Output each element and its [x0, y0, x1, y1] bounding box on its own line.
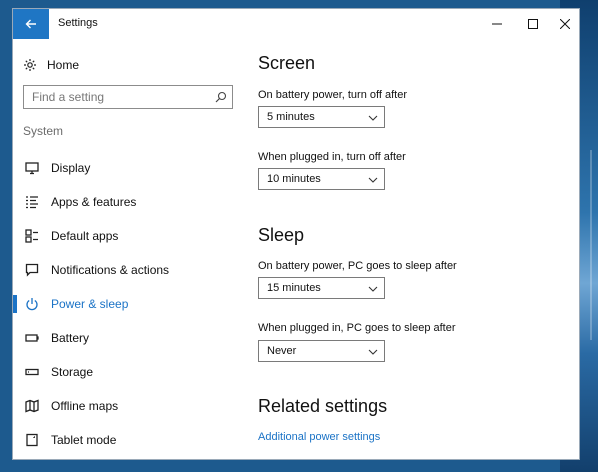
title-bar: Settings: [13, 9, 579, 39]
sidebar-item-battery[interactable]: Battery: [13, 321, 245, 355]
map-icon: [25, 399, 39, 413]
sidebar-item-label: Notifications & actions: [51, 263, 170, 277]
sidebar-item-offline-maps[interactable]: Offline maps: [13, 389, 245, 423]
additional-power-settings-link[interactable]: Additional power settings: [258, 431, 380, 443]
sleep-battery-dropdown[interactable]: 15 minutes: [258, 277, 385, 299]
dropdown-value: 5 minutes: [267, 111, 315, 123]
search-box[interactable]: [23, 85, 233, 109]
section-heading-related: Related settings: [258, 396, 388, 416]
sidebar-item-label: Battery: [51, 331, 90, 345]
nav-list: Display Apps & features Default apps Not…: [13, 151, 245, 457]
main-content: Screen On battery power, turn off after …: [245, 39, 579, 459]
sidebar-item-label: Tablet mode: [51, 433, 117, 447]
screen-plugged-label: When plugged in, turn off after: [258, 151, 406, 163]
tablet-icon: [25, 433, 39, 447]
dropdown-value: 15 minutes: [267, 282, 321, 294]
close-button[interactable]: [547, 9, 579, 39]
section-heading-sleep: Sleep: [258, 225, 305, 245]
home-label: Home: [47, 58, 80, 72]
sidebar-item-label: Storage: [51, 365, 94, 379]
default-apps-icon: [25, 229, 39, 243]
sidebar-item-apps-features[interactable]: Apps & features: [13, 185, 245, 219]
minimize-button[interactable]: [479, 9, 515, 39]
home-link[interactable]: Home: [23, 55, 79, 75]
notifications-icon: [25, 263, 39, 277]
screen-battery-dropdown[interactable]: 5 minutes: [258, 106, 385, 128]
sidebar-item-notifications[interactable]: Notifications & actions: [13, 253, 245, 287]
sidebar-item-tablet-mode[interactable]: Tablet mode: [13, 423, 245, 457]
sleep-plugged-dropdown[interactable]: Never: [258, 340, 385, 362]
sleep-plugged-label: When plugged in, PC goes to sleep after: [258, 322, 456, 334]
power-icon: [25, 297, 39, 311]
sidebar-item-label: Offline maps: [51, 399, 119, 413]
sidebar-item-storage[interactable]: Storage: [13, 355, 245, 389]
settings-window: Settings Home Find a setting System Disp…: [12, 8, 580, 460]
battery-icon: [25, 331, 39, 345]
sidebar-item-label: Display: [51, 161, 91, 175]
screen-plugged-dropdown[interactable]: 10 minutes: [258, 168, 385, 190]
display-icon: [25, 161, 39, 175]
dropdown-value: Never: [267, 345, 297, 357]
screen-battery-label: On battery power, turn off after: [258, 89, 407, 101]
sidebar-item-power-sleep[interactable]: Power & sleep: [13, 287, 245, 321]
apps-list-icon: [25, 195, 39, 209]
search-input[interactable]: [24, 86, 204, 108]
window-title: Settings: [58, 17, 98, 29]
sleep-battery-label: On battery power, PC goes to sleep after: [258, 260, 457, 272]
sidebar-item-display[interactable]: Display: [13, 151, 245, 185]
search-icon[interactable]: [214, 90, 228, 104]
storage-icon: [25, 365, 39, 379]
maximize-icon: [528, 19, 538, 29]
sidebar-item-default-apps[interactable]: Default apps: [13, 219, 245, 253]
minimize-icon: [492, 23, 502, 25]
back-arrow-icon: [25, 19, 36, 29]
back-button[interactable]: [13, 9, 49, 39]
sidebar-item-label: Apps & features: [51, 195, 137, 209]
chevron-down-icon: [368, 175, 378, 185]
section-label-system: System: [23, 124, 64, 138]
maximize-button[interactable]: [515, 9, 551, 39]
watermark-logo: [455, 406, 585, 466]
sidebar-item-label: Default apps: [51, 229, 119, 243]
close-icon: [560, 19, 570, 29]
sidebar-item-label: Power & sleep: [51, 297, 129, 311]
gear-icon: [23, 58, 37, 72]
dropdown-value: 10 minutes: [267, 173, 321, 185]
chevron-down-icon: [368, 113, 378, 123]
sidebar: Home System Display: [13, 39, 245, 459]
chevron-down-icon: [368, 284, 378, 294]
chevron-down-icon: [368, 347, 378, 357]
section-heading-screen: Screen: [258, 53, 316, 73]
